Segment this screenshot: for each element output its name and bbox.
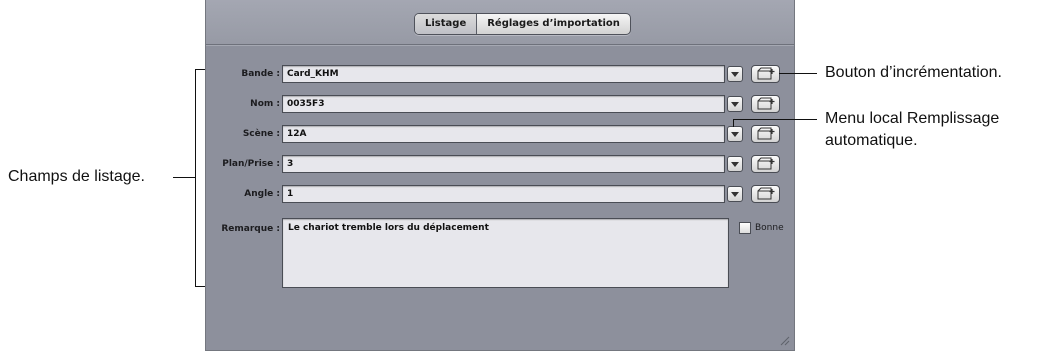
shot-take-field[interactable]: 3	[282, 155, 725, 173]
good-checkbox-label: Bonne	[755, 223, 784, 233]
scene-value: 12A	[287, 129, 307, 139]
clapper-plus-icon	[757, 97, 775, 110]
autofill-dropdown-button[interactable]	[727, 156, 743, 172]
reel-value: Card_KHM	[287, 69, 339, 79]
increment-button[interactable]	[751, 125, 780, 143]
clapper-plus-icon	[757, 187, 775, 200]
angle-label: Angle :	[244, 189, 280, 199]
resize-grip-icon[interactable]	[778, 334, 790, 346]
increment-button[interactable]	[751, 95, 780, 113]
autofill-dropdown-button[interactable]	[727, 126, 743, 142]
bracket-vertical	[195, 69, 196, 287]
autofill-dropdown-button[interactable]	[727, 66, 743, 82]
increment-button-callout: Bouton d’incrémentation.	[825, 64, 1002, 81]
angle-value: 1	[287, 189, 294, 199]
clapper-plus-icon	[757, 67, 775, 80]
clapper-plus-icon	[757, 127, 775, 140]
logging-fields-leader-line	[173, 177, 195, 178]
field-row-shot-take: Plan/Prise : 3	[206, 155, 794, 173]
panel-header: Listage Réglages d’importation	[206, 0, 794, 45]
field-row-scene: Scène : 12A	[206, 125, 794, 143]
name-label: Nom :	[250, 99, 280, 109]
good-checkbox-group: Bonne	[739, 222, 784, 234]
logging-fields-callout: Champs de listage.	[8, 168, 145, 185]
tab-logging[interactable]: Listage	[415, 14, 477, 34]
field-row-name: Nom : 0035F3	[206, 95, 794, 113]
autofill-menu-callout-line1: Menu local Remplissage	[825, 110, 1000, 127]
remark-value: Le chariot tremble lors du déplacement	[288, 223, 489, 233]
reel-field[interactable]: Card_KHM	[282, 65, 725, 83]
scene-label: Scène :	[242, 129, 280, 139]
logging-panel: Listage Réglages d’importation Bande : C…	[205, 0, 795, 351]
name-value: 0035F3	[287, 99, 325, 109]
reel-label: Bande :	[241, 69, 280, 79]
increment-leader-line	[779, 73, 817, 74]
name-field[interactable]: 0035F3	[282, 95, 725, 113]
autofill-leader-line-h	[733, 119, 817, 120]
autofill-leader-line-v	[733, 119, 734, 127]
remark-textarea[interactable]: Le chariot tremble lors du déplacement	[282, 218, 729, 288]
remark-label: Remarque :	[221, 224, 280, 234]
increment-button[interactable]	[751, 185, 780, 203]
tab-bar: Listage Réglages d’importation	[414, 13, 631, 35]
field-row-angle: Angle : 1	[206, 185, 794, 203]
autofill-dropdown-button[interactable]	[727, 186, 743, 202]
increment-button[interactable]	[751, 65, 780, 83]
autofill-dropdown-button[interactable]	[727, 96, 743, 112]
good-checkbox[interactable]	[739, 222, 751, 234]
shot-take-value: 3	[287, 159, 294, 169]
increment-button[interactable]	[751, 155, 780, 173]
angle-field[interactable]: 1	[282, 185, 725, 203]
bracket-top	[195, 69, 205, 70]
autofill-menu-callout-line2: automatique.	[825, 132, 918, 149]
clapper-plus-icon	[757, 157, 775, 170]
tab-import-settings[interactable]: Réglages d’importation	[476, 14, 630, 34]
scene-field[interactable]: 12A	[282, 125, 725, 143]
divider	[206, 45, 794, 46]
shot-take-label: Plan/Prise :	[222, 159, 280, 169]
bracket-bottom	[195, 286, 205, 287]
field-row-reel: Bande : Card_KHM	[206, 65, 794, 83]
